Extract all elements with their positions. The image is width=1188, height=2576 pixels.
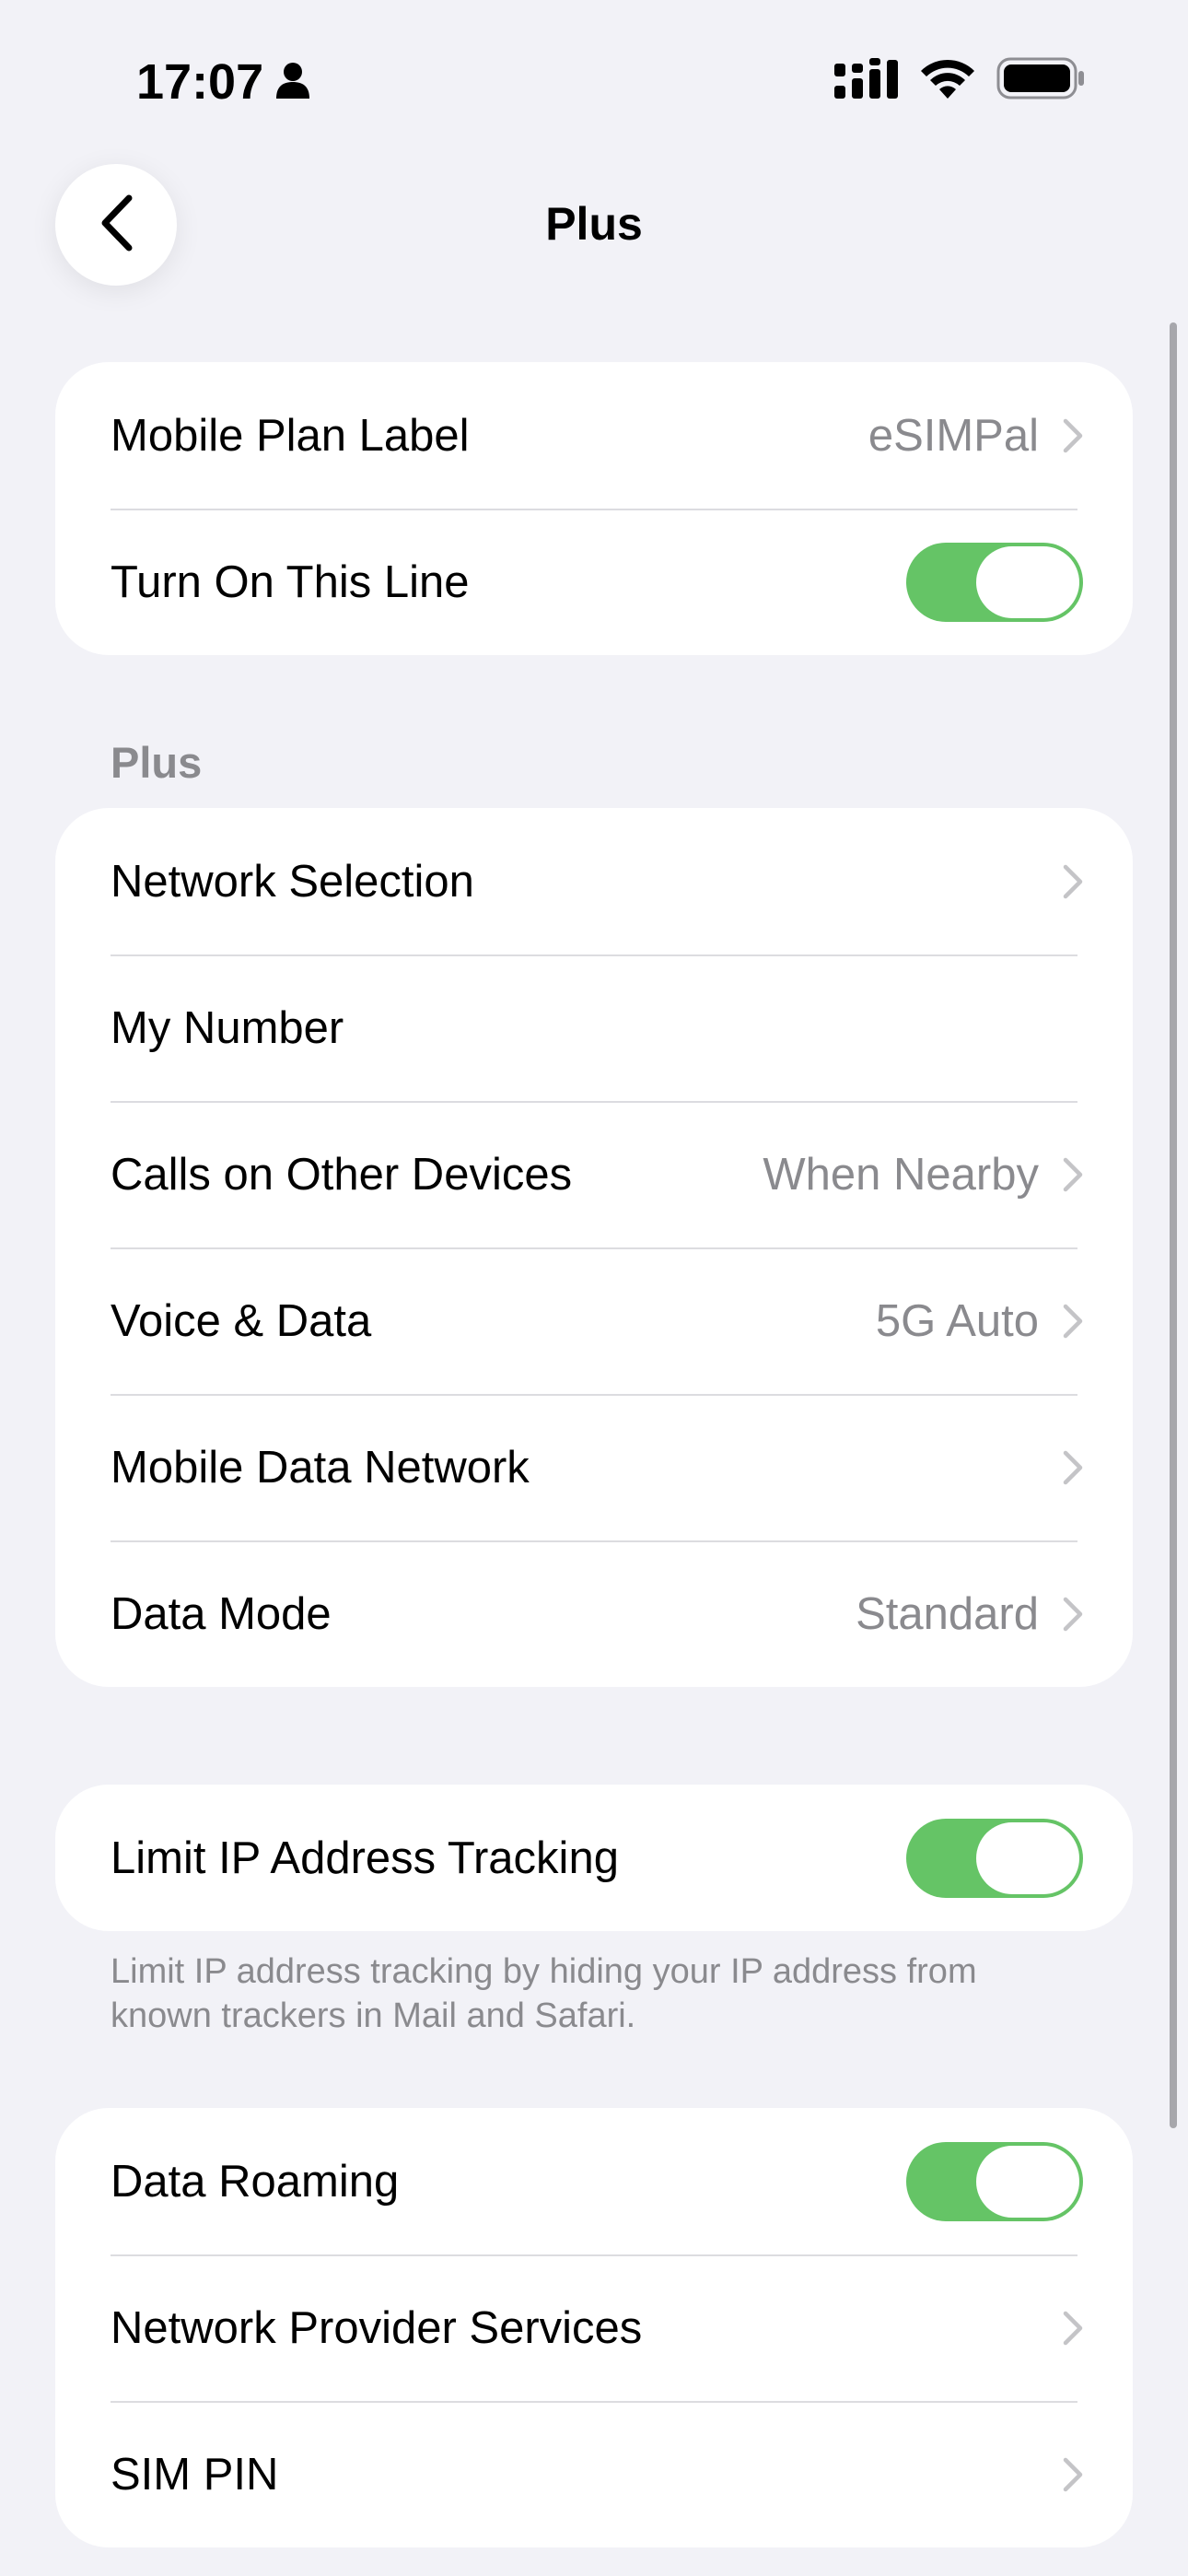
mobile-plan-label-row[interactable]: Mobile Plan Label eSIMPal xyxy=(55,362,1133,509)
status-bar: 17:07 xyxy=(0,0,1188,157)
network-selection-row[interactable]: Network Selection xyxy=(55,808,1133,954)
mobile-plan-value: eSIMPal xyxy=(868,410,1039,461)
toggle-knob xyxy=(976,1821,1079,1894)
voice-data-value: 5G Auto xyxy=(875,1295,1039,1346)
voice-data-row[interactable]: Voice & Data 5G Auto xyxy=(55,1247,1133,1394)
chevron-right-icon xyxy=(1063,1450,1083,1485)
my-number-label: My Number xyxy=(111,1002,344,1053)
data-roaming-label: Data Roaming xyxy=(111,2156,400,2207)
sim-pin-row[interactable]: SIM PIN xyxy=(55,2401,1133,2547)
person-icon xyxy=(276,53,310,111)
status-time: 17:07 xyxy=(136,54,264,110)
chevron-right-icon xyxy=(1063,2457,1083,2492)
scroll-indicator[interactable] xyxy=(1170,322,1177,2128)
mobile-data-network-label: Mobile Data Network xyxy=(111,1442,530,1493)
data-mode-value: Standard xyxy=(856,1588,1039,1639)
chevron-right-icon xyxy=(1063,1597,1083,1632)
plus-settings-card: Network Selection My Number Calls on Oth… xyxy=(55,808,1133,1687)
network-provider-services-row[interactable]: Network Provider Services xyxy=(55,2254,1133,2401)
data-mode-label: Data Mode xyxy=(111,1588,332,1639)
status-time-group: 17:07 xyxy=(136,53,310,111)
network-selection-label: Network Selection xyxy=(111,856,474,907)
data-roaming-row: Data Roaming xyxy=(55,2108,1133,2254)
mobile-plan-label: Mobile Plan Label xyxy=(111,410,470,461)
sim-pin-label: SIM PIN xyxy=(111,2449,279,2500)
chevron-right-icon xyxy=(1063,1304,1083,1339)
chevron-right-icon xyxy=(1063,2311,1083,2346)
ip-tracking-card: Limit IP Address Tracking xyxy=(55,1785,1133,1931)
turn-on-line-label: Turn On This Line xyxy=(111,556,470,607)
section-header-plus: Plus xyxy=(111,738,203,787)
turn-on-line-row: Turn On This Line xyxy=(55,509,1133,655)
calls-other-devices-row[interactable]: Calls on Other Devices When Nearby xyxy=(55,1101,1133,1247)
my-number-row[interactable]: My Number xyxy=(55,954,1133,1101)
battery-icon xyxy=(996,57,1085,104)
status-icons xyxy=(834,57,1085,104)
mobile-data-network-row[interactable]: Mobile Data Network xyxy=(55,1394,1133,1540)
toggle-knob xyxy=(976,2145,1079,2218)
turn-on-line-toggle[interactable] xyxy=(906,542,1083,622)
roaming-card: Data Roaming Network Provider Services S… xyxy=(55,2108,1133,2547)
page-title: Plus xyxy=(545,198,643,250)
plan-card: Mobile Plan Label eSIMPal Turn On This L… xyxy=(55,362,1133,655)
calls-other-devices-label: Calls on Other Devices xyxy=(111,1149,573,1200)
cellular-signal-icon xyxy=(834,58,899,103)
network-provider-services-label: Network Provider Services xyxy=(111,2302,643,2353)
chevron-right-icon xyxy=(1063,418,1083,453)
data-roaming-toggle[interactable] xyxy=(906,2141,1083,2221)
wifi-icon xyxy=(919,58,976,103)
ip-tracking-footnote: Limit IP address tracking by hiding your… xyxy=(111,1952,977,2035)
calls-other-devices-value: When Nearby xyxy=(763,1149,1039,1200)
limit-ip-tracking-row: Limit IP Address Tracking xyxy=(55,1785,1133,1931)
limit-ip-tracking-label: Limit IP Address Tracking xyxy=(111,1832,619,1883)
chevron-right-icon xyxy=(1063,1157,1083,1192)
chevron-right-icon xyxy=(1063,864,1083,899)
limit-ip-tracking-toggle[interactable] xyxy=(906,1818,1083,1898)
toggle-knob xyxy=(976,545,1079,618)
data-mode-row[interactable]: Data Mode Standard xyxy=(55,1540,1133,1687)
voice-data-label: Voice & Data xyxy=(111,1295,372,1346)
